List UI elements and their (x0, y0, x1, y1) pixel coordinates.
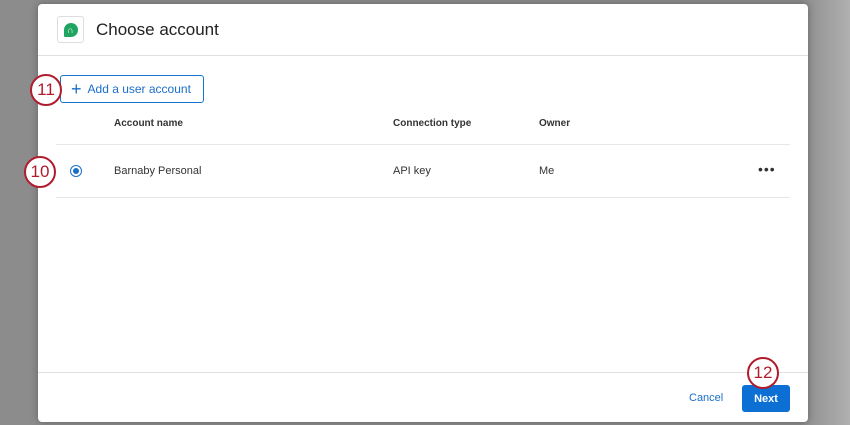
owner: Me (539, 165, 555, 177)
header-connection-type: Connection type (393, 118, 472, 129)
add-user-account-label: Add a user account (87, 82, 191, 96)
plus-icon: + (71, 78, 82, 99)
connection-type: API key (393, 165, 431, 177)
callout-11: 11 (30, 74, 62, 106)
app-logo: ∩ (57, 16, 84, 43)
callout-12: 12 (747, 357, 779, 389)
next-button[interactable]: Next (742, 385, 790, 412)
dialog-footer-divider (38, 372, 808, 373)
table-row[interactable]: Barnaby Personal API key Me ••• (56, 144, 790, 198)
header-owner: Owner (539, 118, 571, 129)
dialog-header: ∩ Choose account (38, 4, 808, 56)
dialog-title: Choose account (96, 19, 219, 39)
header-account-name: Account name (114, 118, 183, 129)
add-user-account-button[interactable]: + Add a user account (60, 75, 204, 103)
account-name: Barnaby Personal (114, 165, 202, 177)
cancel-button[interactable]: Cancel (689, 392, 723, 404)
callout-10: 10 (24, 156, 56, 188)
choose-account-dialog: ∩ Choose account + Add a user account Ac… (38, 4, 808, 422)
headset-icon: ∩ (63, 22, 78, 37)
account-radio[interactable] (70, 165, 82, 177)
more-options-icon[interactable]: ••• (758, 161, 776, 177)
